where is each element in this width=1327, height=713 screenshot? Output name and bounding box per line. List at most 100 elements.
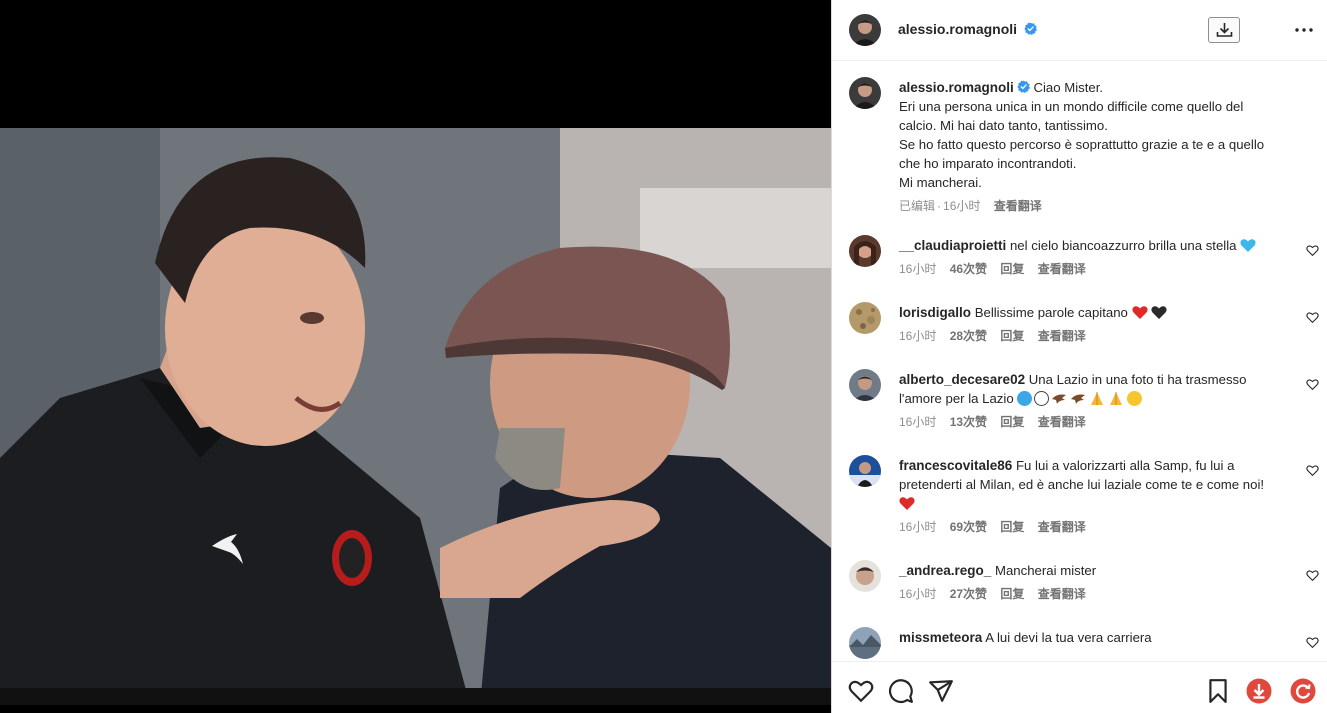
commenter-username[interactable]: __claudiaproietti [899,238,1006,253]
comment-likes[interactable]: 69次赞 [950,520,987,534]
see-translation-link[interactable]: 查看翻译 [1038,329,1086,343]
red-heart-icon [1131,305,1149,320]
comment-body: lorisdigallo Bellissime parole capitano … [899,303,1299,346]
caption-username[interactable]: alessio.romagnoli [899,80,1014,95]
comment-meta: 16小时 13次赞 回复 查看翻译 [899,413,1299,432]
reply-button[interactable]: 回复 [1000,587,1024,601]
like-comment-heart-icon[interactable] [1306,464,1319,477]
post-side-panel: alessio.romagnoli alessio.romagnoli Ciao… [831,0,1327,713]
comment-body: francescovitale86 Fu lui a valorizzarti … [899,456,1299,537]
comment-time[interactable]: 16小时 [899,415,936,429]
comment-text: Mancherai mister [994,563,1097,578]
caption-line: che ho imparato incontrandoti. [899,156,1077,171]
blue-circle-emoji [1017,391,1033,406]
see-translation-link[interactable]: 查看翻译 [1038,415,1086,429]
comment-body: alberto_decesare02 Una Lazio in una foto… [899,370,1299,432]
caption-body: alessio.romagnoli Ciao Mister. Eri una p… [899,78,1299,216]
commenter-username[interactable]: _andrea.rego_ [899,563,991,578]
comment-text: Bellissime parole capitano [974,305,1128,320]
commenter-avatar[interactable] [849,302,881,334]
like-heart-icon[interactable] [848,678,874,704]
caption-line: Ciao Mister. [1033,80,1104,95]
photo-illustration [0,128,831,705]
like-comment-heart-icon[interactable] [1306,378,1319,391]
comment-bubble-icon[interactable] [888,678,914,704]
reply-button[interactable]: 回复 [1000,329,1024,343]
post-action-bar [832,661,1327,713]
comment-body: _andrea.rego_ Mancherai mister 16小时 27次赞… [899,561,1299,604]
commenter-avatar[interactable] [849,560,881,592]
comment-text: A lui devi la tua vera carriera [985,630,1152,645]
comment-likes[interactable]: 46次赞 [950,262,987,276]
like-comment-heart-icon[interactable] [1306,311,1319,324]
verified-badge-icon [1017,80,1030,93]
like-comment-heart-icon[interactable] [1306,244,1319,257]
share-paper-plane-icon[interactable] [928,678,954,704]
folded-hands-emoji [1089,391,1106,406]
more-dots-icon [1295,28,1313,32]
comment-likes[interactable]: 28次赞 [950,329,987,343]
comment-meta: 16小时 69次赞 回复 查看翻译 [899,518,1299,537]
comment-likes[interactable]: 27次赞 [950,587,987,601]
see-translation-link[interactable]: 查看翻译 [1038,262,1086,276]
caption-line: Se ho fatto questo percorso è soprattutt… [899,137,1265,152]
post-header: alessio.romagnoli [832,0,1327,61]
commenter-avatar[interactable] [849,235,881,267]
comment-text: l'amore per la Lazio [899,391,1014,406]
post-time[interactable]: 16小时 [943,199,980,213]
author-username-text[interactable]: alessio.romagnoli [898,21,1017,37]
see-translation-link[interactable]: 查看翻译 [1038,520,1086,534]
comment-body: missmeteora A lui devi la tua vera carri… [899,628,1299,647]
verified-badge-icon [1024,22,1037,35]
reply-button[interactable]: 回复 [1000,520,1024,534]
see-translation-link[interactable]: 查看翻译 [1038,587,1086,601]
author-username[interactable]: alessio.romagnoli [898,21,1037,37]
comments-scroll-area[interactable]: alessio.romagnoli Ciao Mister. Eri una p… [832,61,1327,661]
folded-hands-emoji [1108,391,1125,406]
reply-button[interactable]: 回复 [1000,415,1024,429]
eagle-emoji [1070,391,1087,406]
post-photo [0,128,831,705]
commenter-username[interactable]: alberto_decesare02 [899,372,1025,387]
comment-text: Una Lazio in una foto ti ha trasmesso [1028,372,1247,387]
white-circle-emoji [1034,391,1050,406]
commenter-username[interactable]: francescovitale86 [899,458,1012,473]
caption-line: Mi mancherai. [899,175,982,190]
commenter-avatar[interactable] [849,455,881,487]
more-options-button[interactable] [1292,18,1316,42]
sad-face-emoji [1127,391,1143,406]
comment-text: pretenderti al Milan, ed è anche lui laz… [899,477,1265,492]
eagle-emoji [1051,391,1068,406]
comment-likes[interactable]: 13次赞 [950,415,987,429]
author-avatar[interactable] [849,14,881,46]
caption-author-avatar[interactable] [849,77,881,109]
comment-time[interactable]: 16小时 [899,262,936,276]
comment-body: __claudiaproietti nel cielo biancoazzurr… [899,236,1299,279]
comment-meta: 16小时 46次赞 回复 查看翻译 [899,260,1299,279]
download-extension-icon[interactable] [1246,678,1272,704]
save-bookmark-icon[interactable] [1205,678,1231,704]
instagram-post-viewer: alessio.romagnoli alessio.romagnoli Ciao… [0,0,1327,713]
black-heart-icon [1150,305,1168,320]
commenter-username[interactable]: lorisdigallo [899,305,971,320]
post-media[interactable] [0,0,831,713]
comment-time[interactable]: 16小时 [899,520,936,534]
reply-button[interactable]: 回复 [1000,262,1024,276]
commenter-avatar[interactable] [849,369,881,401]
caption-line: calcio. Mi hai dato tanto, tantissimo. [899,118,1108,133]
blue-heart-icon [1240,238,1257,253]
download-button[interactable] [1208,17,1240,43]
comment-time[interactable]: 16小时 [899,587,936,601]
commenter-username[interactable]: missmeteora [899,630,982,645]
refresh-extension-icon[interactable] [1290,678,1316,704]
red-heart-icon [899,496,916,511]
caption-line: Eri una persona unica in un mondo diffic… [899,99,1244,114]
download-icon [1216,23,1233,37]
see-translation-link[interactable]: 查看翻译 [994,199,1042,213]
like-comment-heart-icon[interactable] [1306,569,1319,582]
comment-meta: 16小时 28次赞 回复 查看翻译 [899,327,1299,346]
comment-text: nel cielo biancoazzurro brilla una stell… [1009,238,1237,253]
like-comment-heart-icon[interactable] [1306,636,1319,649]
comment-time[interactable]: 16小时 [899,329,936,343]
commenter-avatar[interactable] [849,627,881,659]
